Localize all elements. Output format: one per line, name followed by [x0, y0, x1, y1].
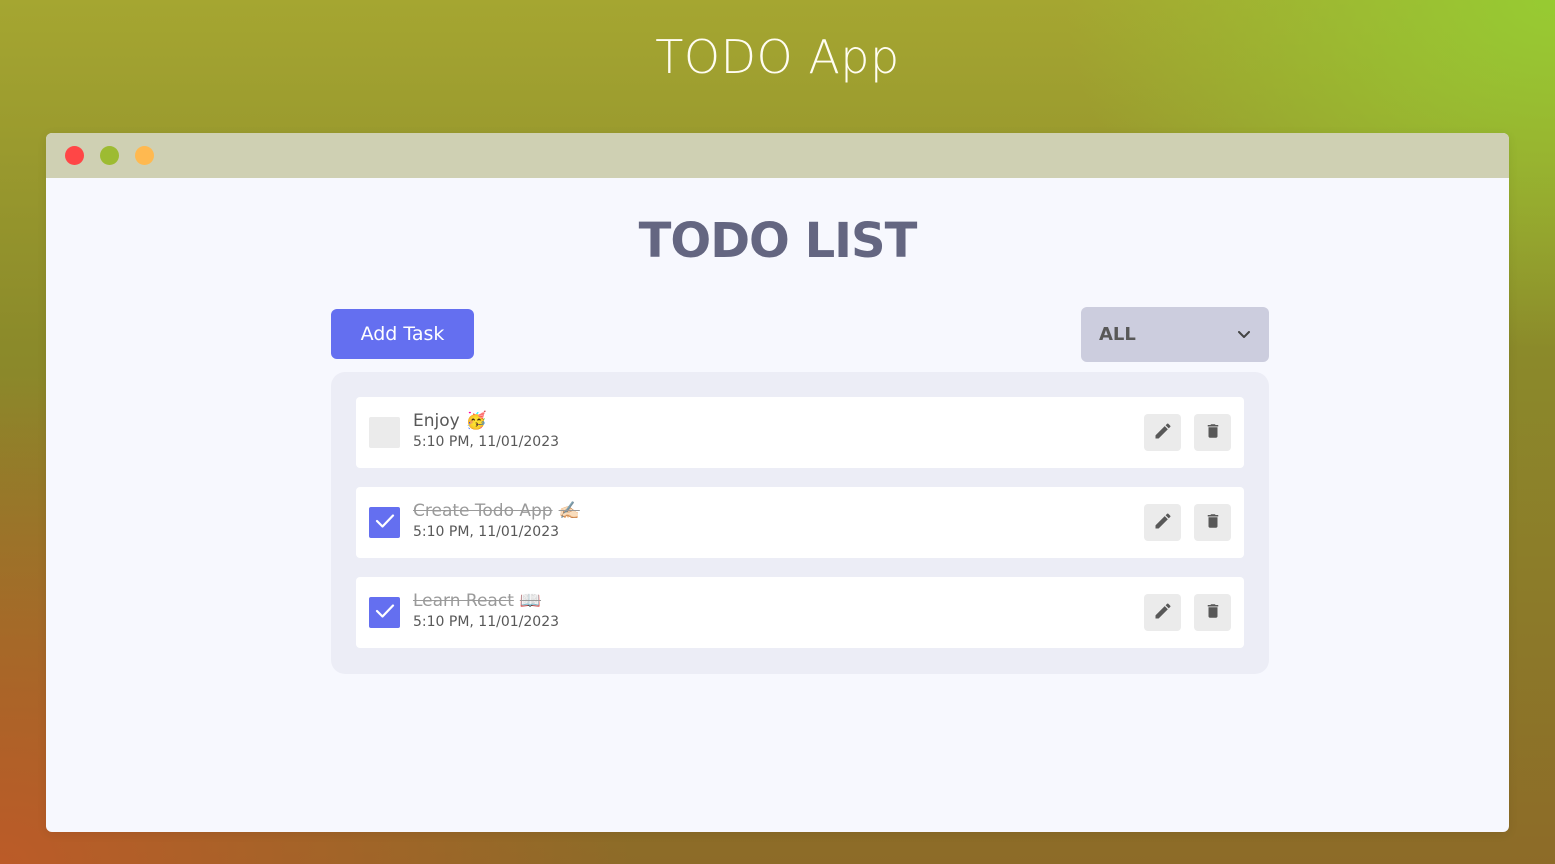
- task-time: 5:10 PM, 11/01/2023: [413, 434, 560, 450]
- filter-value: ALL: [1099, 324, 1136, 345]
- edit-task-button[interactable]: [1144, 414, 1181, 451]
- chevron-down-icon: [1237, 328, 1251, 342]
- task-emoji: 🥳: [465, 411, 487, 431]
- window-titlebar: [46, 133, 1509, 178]
- delete-task-button[interactable]: [1194, 414, 1231, 451]
- task-checkbox[interactable]: [369, 507, 400, 538]
- task-title: Learn React 📖: [413, 590, 559, 612]
- task-emoji: 📖: [519, 591, 542, 611]
- task-time: 5:10 PM, 11/01/2023: [413, 524, 560, 540]
- minimize-dot[interactable]: [100, 146, 119, 165]
- app-window: TODO LIST Add Task ALL Enjoy 🥳 5:10 PM, …: [46, 133, 1509, 832]
- check-icon: [375, 603, 395, 623]
- close-dot[interactable]: [65, 146, 84, 165]
- pencil-icon: [1153, 511, 1173, 535]
- pencil-icon: [1153, 601, 1173, 625]
- page-title: TODO LIST: [638, 213, 918, 269]
- maximize-dot[interactable]: [135, 146, 154, 165]
- task-item: Create Todo App ✍🏻 5:10 PM, 11/01/2023: [356, 487, 1244, 558]
- trash-icon: [1204, 421, 1222, 445]
- trash-icon: [1204, 511, 1222, 535]
- add-task-button[interactable]: Add Task: [331, 309, 474, 359]
- task-title: Create Todo App ✍🏻: [413, 500, 580, 522]
- task-checkbox[interactable]: [369, 597, 400, 628]
- check-icon: [375, 513, 395, 533]
- task-item: Learn React 📖 5:10 PM, 11/01/2023: [356, 577, 1244, 648]
- trash-icon: [1204, 601, 1222, 625]
- delete-task-button[interactable]: [1194, 594, 1231, 631]
- edit-task-button[interactable]: [1144, 594, 1181, 631]
- task-title-text: Learn React: [413, 591, 514, 611]
- pencil-icon: [1153, 421, 1173, 445]
- task-list: Enjoy 🥳 5:10 PM, 11/01/2023 Create Todo …: [331, 372, 1269, 674]
- task-emoji: ✍🏻: [558, 501, 580, 521]
- task-text: Learn React 📖 5:10 PM, 11/01/2023: [413, 590, 559, 632]
- status-filter-select[interactable]: ALL: [1081, 307, 1269, 362]
- task-item: Enjoy 🥳 5:10 PM, 11/01/2023: [356, 397, 1244, 468]
- edit-task-button[interactable]: [1144, 504, 1181, 541]
- delete-task-button[interactable]: [1194, 504, 1231, 541]
- task-time: 5:10 PM, 11/01/2023: [413, 614, 560, 630]
- task-title-text: Enjoy: [413, 411, 460, 431]
- task-text: Enjoy 🥳 5:10 PM, 11/01/2023: [413, 410, 559, 452]
- task-checkbox[interactable]: [369, 417, 400, 448]
- task-title-text: Create Todo App: [413, 501, 553, 521]
- task-title: Enjoy 🥳: [413, 410, 559, 432]
- task-text: Create Todo App ✍🏻 5:10 PM, 11/01/2023: [413, 500, 580, 542]
- app-title: TODO App: [655, 30, 900, 84]
